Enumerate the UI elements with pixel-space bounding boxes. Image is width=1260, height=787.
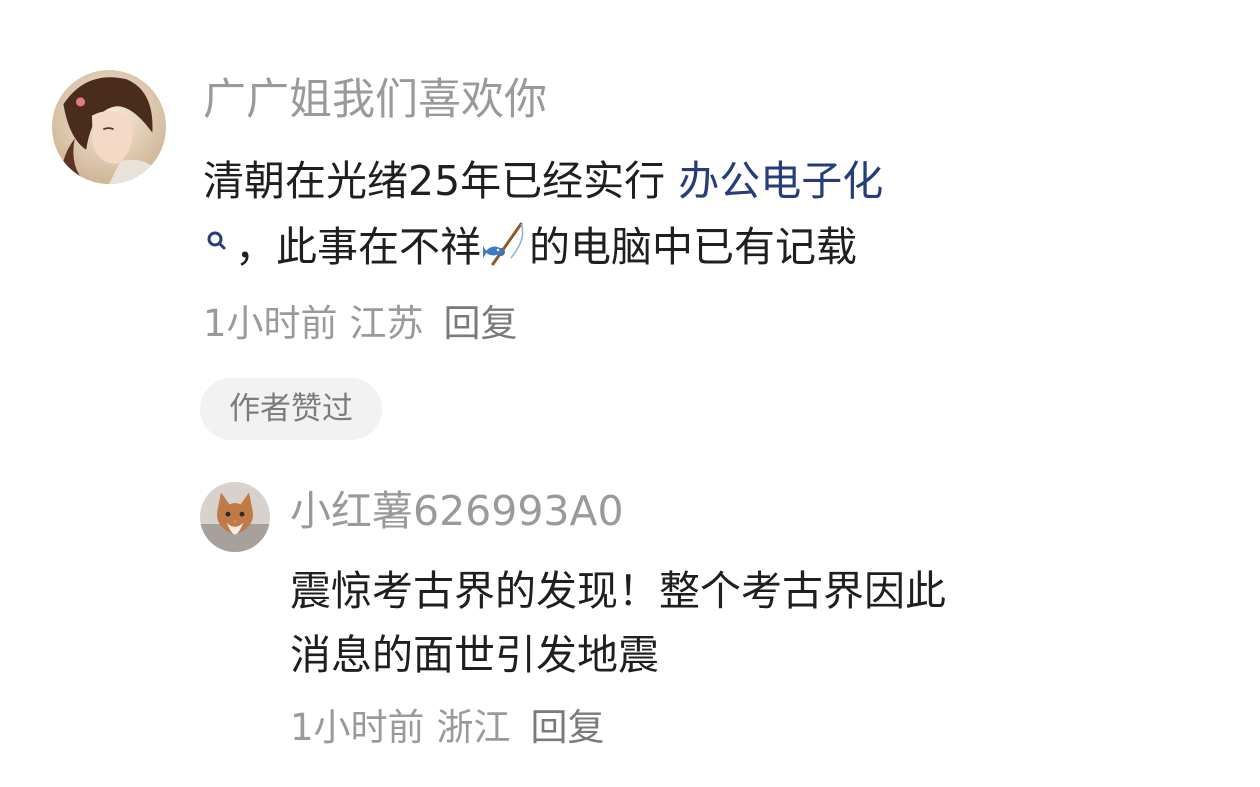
reply-time: 1小时前 bbox=[290, 706, 425, 749]
reply-to-reply-button[interactable]: 回复 bbox=[531, 704, 605, 752]
reply-button[interactable]: 回复 bbox=[444, 300, 518, 348]
comment-time: 1小时前 bbox=[203, 302, 338, 345]
comment-meta: 1小时前 江苏 回复 bbox=[203, 300, 518, 348]
search-keyword-link[interactable]: 办公电子化 bbox=[678, 157, 883, 205]
commenter-avatar[interactable] bbox=[52, 70, 166, 184]
comment-location: 江苏 bbox=[349, 302, 424, 345]
reply-username[interactable]: 小红薯626993A0 bbox=[290, 484, 624, 538]
author-liked-badge: 作者赞过 bbox=[200, 378, 382, 440]
search-icon[interactable] bbox=[203, 220, 235, 260]
comment-text-segment: ，此事在不祥 bbox=[235, 223, 481, 271]
user-avatar-icon bbox=[52, 70, 166, 184]
fishing-pole-emoji-icon bbox=[481, 218, 529, 268]
comment-text-line-2: ，此事在不祥 的电脑中已有记载 bbox=[203, 216, 857, 278]
comment-text-line-1: 清朝在光绪25年已经实行 办公电子化 bbox=[203, 150, 883, 212]
commenter-username[interactable]: 广广姐我们喜欢你 bbox=[203, 72, 547, 128]
reply-text-line-1: 震惊考古界的发现！整个考古界因此 bbox=[290, 567, 946, 615]
cat-avatar-icon bbox=[200, 482, 270, 552]
reply-meta: 1小时前 浙江 回复 bbox=[290, 704, 605, 752]
reply-avatar[interactable] bbox=[200, 482, 270, 552]
reply-text-line-2: 消息的面世引发地震 bbox=[290, 631, 659, 679]
comment-text-segment: 的电脑中已有记载 bbox=[529, 223, 857, 271]
reply-location: 浙江 bbox=[436, 706, 511, 749]
comment-text-segment: 清朝在光绪25年已经实行 bbox=[203, 157, 679, 205]
